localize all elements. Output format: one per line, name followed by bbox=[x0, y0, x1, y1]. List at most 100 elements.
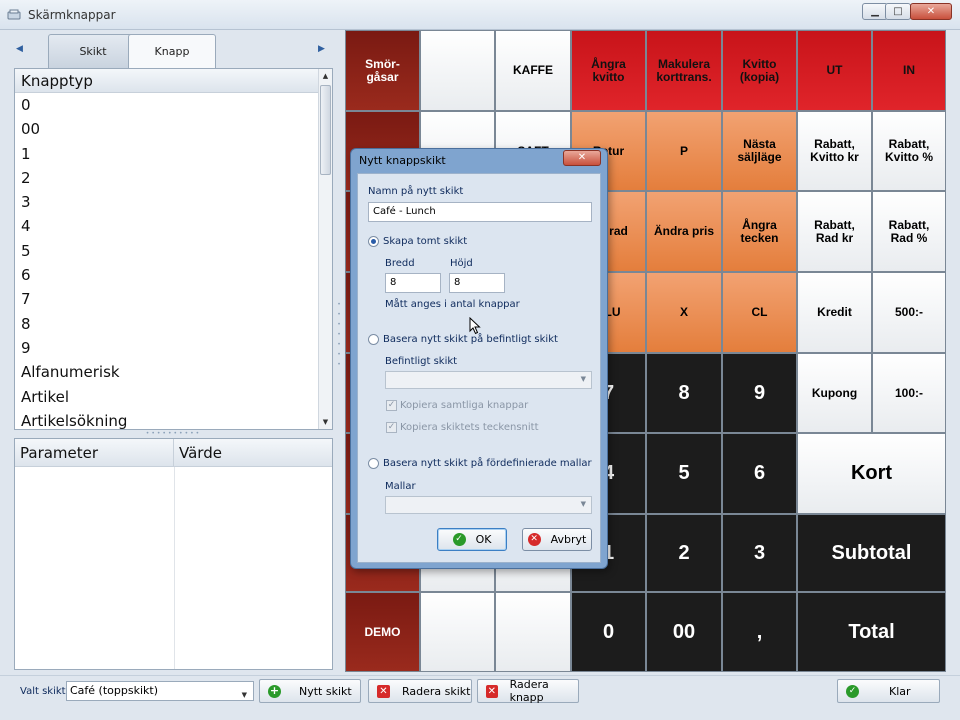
list-scrollbar[interactable]: ▲ ▼ bbox=[318, 69, 332, 429]
pos-key-7-1[interactable] bbox=[420, 592, 495, 672]
pos-key-2-5[interactable]: Ångra tecken bbox=[722, 191, 797, 272]
template-select[interactable]: ▼ bbox=[385, 496, 592, 514]
list-item[interactable]: 7 bbox=[15, 287, 332, 311]
pos-key-0-6[interactable]: UT bbox=[797, 30, 872, 111]
existing-layer-select[interactable]: ▼ bbox=[385, 371, 592, 389]
new-layer-button[interactable]: + Nytt skikt bbox=[259, 679, 361, 703]
vertical-splitter[interactable]: • • • • • • • bbox=[336, 300, 342, 380]
pos-key-5-6[interactable]: Kort bbox=[797, 433, 946, 514]
pos-key-0-7[interactable]: IN bbox=[872, 30, 946, 111]
column-value[interactable]: Värde bbox=[174, 439, 332, 467]
pos-key-3-5[interactable]: CL bbox=[722, 272, 797, 353]
close-button[interactable]: ✕ bbox=[910, 3, 952, 20]
pos-key-7-0[interactable]: DEMO bbox=[345, 592, 420, 672]
pos-key-2-4[interactable]: Ändra pris bbox=[646, 191, 722, 272]
pos-key-5-5[interactable]: 6 bbox=[722, 433, 797, 514]
list-item[interactable]: Artikel bbox=[15, 385, 332, 409]
pos-key-2-7[interactable]: Rabatt, Rad % bbox=[872, 191, 946, 272]
scroll-down-icon[interactable]: ▼ bbox=[319, 415, 332, 429]
delete-layer-button[interactable]: ✕ Radera skikt bbox=[368, 679, 472, 703]
radio-template-layer[interactable] bbox=[368, 458, 379, 469]
pos-key-4-4[interactable]: 8 bbox=[646, 353, 722, 433]
parameter-grid[interactable]: Parameter Värde bbox=[14, 438, 333, 670]
list-items: 0 00 1 2 3 4 5 6 7 8 9 Alfanumerisk Artikel Artikelsö… bbox=[15, 93, 332, 429]
pos-key-3-7[interactable]: 500:- bbox=[872, 272, 946, 353]
pos-key-1-4[interactable]: P bbox=[646, 111, 722, 191]
radio-existing-layer[interactable] bbox=[368, 334, 379, 345]
done-button[interactable]: ✓ Klar bbox=[837, 679, 940, 703]
option-template-label[interactable]: Basera nytt skikt på fördefinierade mall… bbox=[383, 458, 592, 469]
copy-font-label: Kopiera skiktets teckensnitt bbox=[400, 422, 539, 433]
pos-key-1-5[interactable]: Nästa säljläge bbox=[722, 111, 797, 191]
tab-knapp[interactable]: Knapp bbox=[128, 34, 216, 68]
dialog-body: Namn på nytt skikt Café - Lunch Skapa to… bbox=[357, 173, 601, 563]
pos-key-7-3[interactable]: 0 bbox=[571, 592, 646, 672]
ok-button[interactable]: ✓ OK bbox=[437, 528, 507, 551]
dialog-title: Nytt knappskikt bbox=[359, 154, 446, 167]
column-divider bbox=[174, 467, 175, 669]
radio-empty-layer[interactable] bbox=[368, 236, 379, 247]
pos-key-1-6[interactable]: Rabatt, Kvitto kr bbox=[797, 111, 872, 191]
list-item[interactable]: 6 bbox=[15, 263, 332, 287]
copy-font-checkbox[interactable]: ✓ bbox=[386, 422, 397, 433]
pos-key-0-2[interactable]: KAFFE bbox=[495, 30, 571, 111]
tab-scroll-left-icon[interactable]: ◀ bbox=[16, 44, 23, 54]
list-item[interactable]: 1 bbox=[15, 142, 332, 166]
pos-key-0-5[interactable]: Kvitto (kopia) bbox=[722, 30, 797, 111]
selected-layer-select[interactable]: Café (toppskikt) ▼ bbox=[66, 681, 254, 701]
list-item[interactable]: 00 bbox=[15, 117, 332, 141]
scroll-thumb[interactable] bbox=[320, 85, 331, 175]
horizontal-splitter[interactable]: •••••••••• bbox=[14, 430, 333, 438]
pos-key-5-4[interactable]: 5 bbox=[646, 433, 722, 514]
height-input[interactable]: 8 bbox=[449, 273, 505, 293]
maximize-button[interactable]: □ bbox=[885, 3, 911, 20]
pos-key-0-4[interactable]: Makulera korttrans. bbox=[646, 30, 722, 111]
delete-icon: ✕ bbox=[377, 684, 390, 698]
pos-key-6-6[interactable]: Subtotal bbox=[797, 514, 946, 592]
name-input[interactable]: Café - Lunch bbox=[368, 202, 592, 222]
pos-key-7-2[interactable] bbox=[495, 592, 571, 672]
cancel-button[interactable]: ✕ Avbryt bbox=[522, 528, 592, 551]
pos-key-1-7[interactable]: Rabatt, Kvitto % bbox=[872, 111, 946, 191]
pos-key-3-4[interactable]: X bbox=[646, 272, 722, 353]
size-hint: Mått anges i antal knappar bbox=[385, 299, 520, 310]
list-item[interactable]: 5 bbox=[15, 239, 332, 263]
list-item[interactable]: 9 bbox=[15, 336, 332, 360]
delete-button-button[interactable]: ✕ Radera knapp bbox=[477, 678, 579, 704]
list-item[interactable]: 0 bbox=[15, 93, 332, 117]
copy-buttons-checkbox[interactable]: ✓ bbox=[386, 400, 397, 411]
list-item[interactable]: 4 bbox=[15, 214, 332, 238]
ok-label: OK bbox=[475, 533, 492, 546]
list-item[interactable]: 3 bbox=[15, 190, 332, 214]
option-existing-label[interactable]: Basera nytt skikt på befintligt skikt bbox=[383, 334, 558, 345]
list-item[interactable]: 8 bbox=[15, 312, 332, 336]
pos-key-7-5[interactable]: , bbox=[722, 592, 797, 672]
width-input[interactable]: 8 bbox=[385, 273, 441, 293]
scroll-up-icon[interactable]: ▲ bbox=[319, 69, 332, 83]
mouse-cursor-icon bbox=[469, 317, 481, 335]
button-type-list[interactable]: Knapptyp 0 00 1 2 3 4 5 6 7 8 9 Alfanumerisk Artikel… bbox=[14, 68, 333, 430]
dialog-close-button[interactable]: ✕ bbox=[563, 150, 601, 166]
column-parameter[interactable]: Parameter bbox=[15, 439, 174, 467]
pos-key-0-3[interactable]: Ångra kvitto bbox=[571, 30, 646, 111]
list-item[interactable]: Alfanumerisk bbox=[15, 360, 332, 384]
option-empty-label[interactable]: Skapa tomt skikt bbox=[383, 236, 467, 247]
tab-scroll-right-icon[interactable]: ▶ bbox=[318, 44, 325, 54]
pos-key-0-1[interactable] bbox=[420, 30, 495, 111]
pos-key-6-4[interactable]: 2 bbox=[646, 514, 722, 592]
pos-key-3-6[interactable]: Kredit bbox=[797, 272, 872, 353]
pos-key-4-5[interactable]: 9 bbox=[722, 353, 797, 433]
pos-key-4-7[interactable]: 100:- bbox=[872, 353, 946, 433]
list-item[interactable]: 2 bbox=[15, 166, 332, 190]
add-icon: + bbox=[268, 683, 281, 698]
pos-key-6-5[interactable]: 3 bbox=[722, 514, 797, 592]
pos-key-7-6[interactable]: Total bbox=[797, 592, 946, 672]
pos-key-7-4[interactable]: 00 bbox=[646, 592, 722, 672]
list-item[interactable]: Artikelsökning bbox=[15, 409, 332, 429]
done-label: Klar bbox=[889, 684, 911, 698]
app-icon bbox=[7, 9, 21, 20]
tab-skikt[interactable]: Skikt bbox=[48, 34, 138, 68]
pos-key-4-6[interactable]: Kupong bbox=[797, 353, 872, 433]
pos-key-2-6[interactable]: Rabatt, Rad kr bbox=[797, 191, 872, 272]
pos-key-0-0[interactable]: Smör- gåsar bbox=[345, 30, 420, 111]
